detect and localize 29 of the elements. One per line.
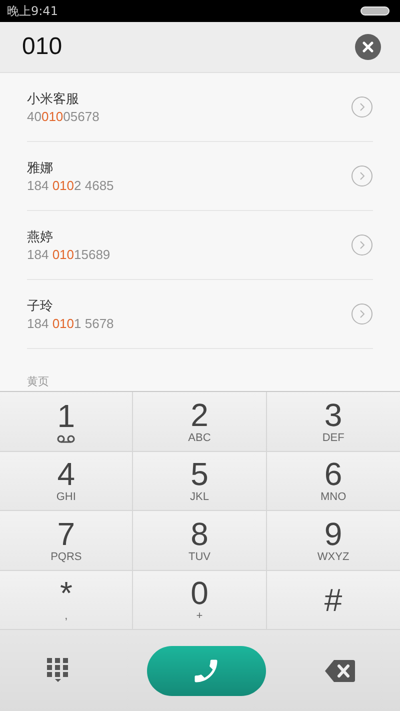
dial-key[interactable]: 8 TUV [133, 511, 267, 570]
section-label: 黄页 [27, 374, 50, 390]
dial-key[interactable]: 3 DEF [266, 392, 400, 452]
dial-key[interactable]: 0 + [133, 570, 267, 630]
dialed-number[interactable]: 010 [22, 33, 62, 61]
dial-key[interactable]: 4 GHI [0, 452, 134, 511]
contact-name[interactable]: 雅娜 [27, 159, 114, 177]
voicemail-icon [57, 434, 76, 443]
status-time: 晚上9:41 [7, 2, 58, 20]
contact-number: 4001005678 [27, 109, 100, 124]
keypad-icon[interactable] [47, 658, 69, 684]
dial-key[interactable]: 6 MNO [266, 452, 400, 511]
dial-key[interactable]: 5 JKL [133, 452, 267, 511]
dial-key[interactable]: 2 ABC [133, 392, 267, 452]
clear-icon[interactable] [355, 34, 381, 60]
dial-key[interactable]: 9 WXYZ [266, 511, 400, 570]
dial-key[interactable]: 7 PQRS [0, 511, 134, 570]
call-button[interactable] [146, 646, 266, 696]
battery-icon [360, 6, 390, 16]
contact-number: 184 0101 5678 [27, 316, 114, 331]
contact-number: 184 01015689 [27, 247, 110, 262]
contact-name[interactable]: 子玲 [27, 297, 114, 315]
contact-name[interactable]: 燕婷 [27, 228, 110, 246]
dial-key[interactable]: * , [0, 570, 134, 630]
dial-key[interactable]: 1 [0, 392, 134, 452]
contact-number: 184 0102 4685 [27, 178, 114, 193]
contact-name[interactable]: 小米客服 [27, 90, 100, 108]
dial-key[interactable]: # [266, 570, 400, 630]
backspace-icon[interactable] [325, 660, 355, 682]
